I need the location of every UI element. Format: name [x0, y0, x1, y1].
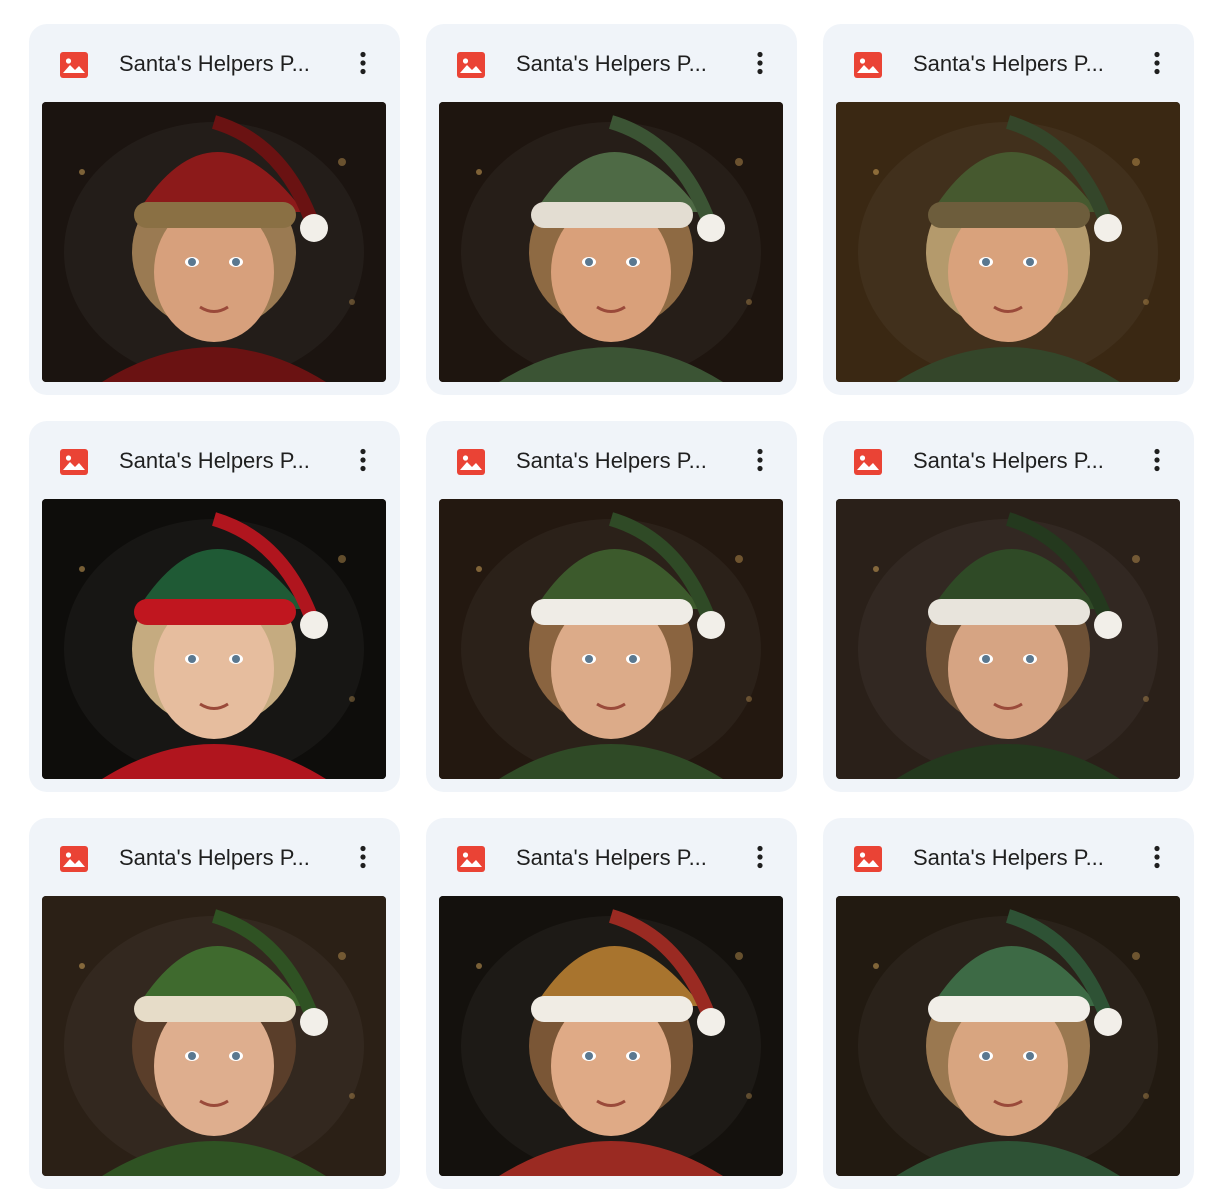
more-vert-icon	[1141, 448, 1173, 472]
file-name: Santa's Helpers P...	[516, 448, 707, 473]
more-actions-button[interactable]	[744, 840, 776, 876]
file-card-header: Santa's Helpers P...	[29, 421, 400, 499]
image-file-icon	[457, 846, 485, 872]
file-name: Santa's Helpers P...	[119, 51, 310, 76]
more-vert-icon	[744, 845, 776, 869]
image-file-icon	[60, 449, 88, 475]
more-vert-icon	[347, 51, 379, 75]
file-card[interactable]: Santa's Helpers P...	[823, 24, 1194, 395]
file-card[interactable]: Santa's Helpers P...	[426, 818, 797, 1189]
file-card-header: Santa's Helpers P...	[29, 818, 400, 896]
file-card-header: Santa's Helpers P...	[426, 421, 797, 499]
more-actions-button[interactable]	[744, 443, 776, 479]
file-card[interactable]: Santa's Helpers P...	[823, 421, 1194, 792]
file-name: Santa's Helpers P...	[119, 845, 310, 870]
image-file-icon	[854, 846, 882, 872]
more-actions-button[interactable]	[1141, 840, 1173, 876]
file-card-header: Santa's Helpers P...	[426, 24, 797, 102]
file-thumbnail[interactable]	[439, 499, 783, 779]
more-actions-button[interactable]	[347, 840, 379, 876]
more-actions-button[interactable]	[744, 46, 776, 82]
file-card[interactable]: Santa's Helpers P...	[426, 24, 797, 395]
image-file-icon	[854, 449, 882, 475]
file-name: Santa's Helpers P...	[119, 448, 310, 473]
more-actions-button[interactable]	[347, 443, 379, 479]
more-actions-button[interactable]	[1141, 443, 1173, 479]
more-actions-button[interactable]	[1141, 46, 1173, 82]
file-card[interactable]: Santa's Helpers P...	[29, 421, 400, 792]
file-grid: Santa's Helpers P... Santa's Helpers P..…	[29, 24, 1194, 1189]
file-card[interactable]: Santa's Helpers P...	[29, 818, 400, 1189]
more-vert-icon	[1141, 51, 1173, 75]
more-vert-icon	[1141, 845, 1173, 869]
file-card-header: Santa's Helpers P...	[823, 24, 1194, 102]
file-name: Santa's Helpers P...	[516, 51, 707, 76]
file-thumbnail[interactable]	[836, 102, 1180, 382]
more-vert-icon	[347, 448, 379, 472]
file-name: Santa's Helpers P...	[516, 845, 707, 870]
file-card-header: Santa's Helpers P...	[426, 818, 797, 896]
image-file-icon	[60, 52, 88, 78]
file-card[interactable]: Santa's Helpers P...	[426, 421, 797, 792]
file-card-header: Santa's Helpers P...	[823, 818, 1194, 896]
image-file-icon	[457, 52, 485, 78]
more-vert-icon	[347, 845, 379, 869]
image-file-icon	[854, 52, 882, 78]
file-thumbnail[interactable]	[42, 896, 386, 1176]
file-thumbnail[interactable]	[439, 102, 783, 382]
more-vert-icon	[744, 51, 776, 75]
file-card[interactable]: Santa's Helpers P...	[29, 24, 400, 395]
file-thumbnail[interactable]	[439, 896, 783, 1176]
file-thumbnail[interactable]	[42, 102, 386, 382]
file-card-header: Santa's Helpers P...	[29, 24, 400, 102]
file-name: Santa's Helpers P...	[913, 51, 1104, 76]
file-thumbnail[interactable]	[836, 896, 1180, 1176]
file-card-header: Santa's Helpers P...	[823, 421, 1194, 499]
more-actions-button[interactable]	[347, 46, 379, 82]
file-name: Santa's Helpers P...	[913, 448, 1104, 473]
file-card[interactable]: Santa's Helpers P...	[823, 818, 1194, 1189]
more-vert-icon	[744, 448, 776, 472]
file-name: Santa's Helpers P...	[913, 845, 1104, 870]
file-thumbnail[interactable]	[42, 499, 386, 779]
image-file-icon	[457, 449, 485, 475]
file-thumbnail[interactable]	[836, 499, 1180, 779]
image-file-icon	[60, 846, 88, 872]
